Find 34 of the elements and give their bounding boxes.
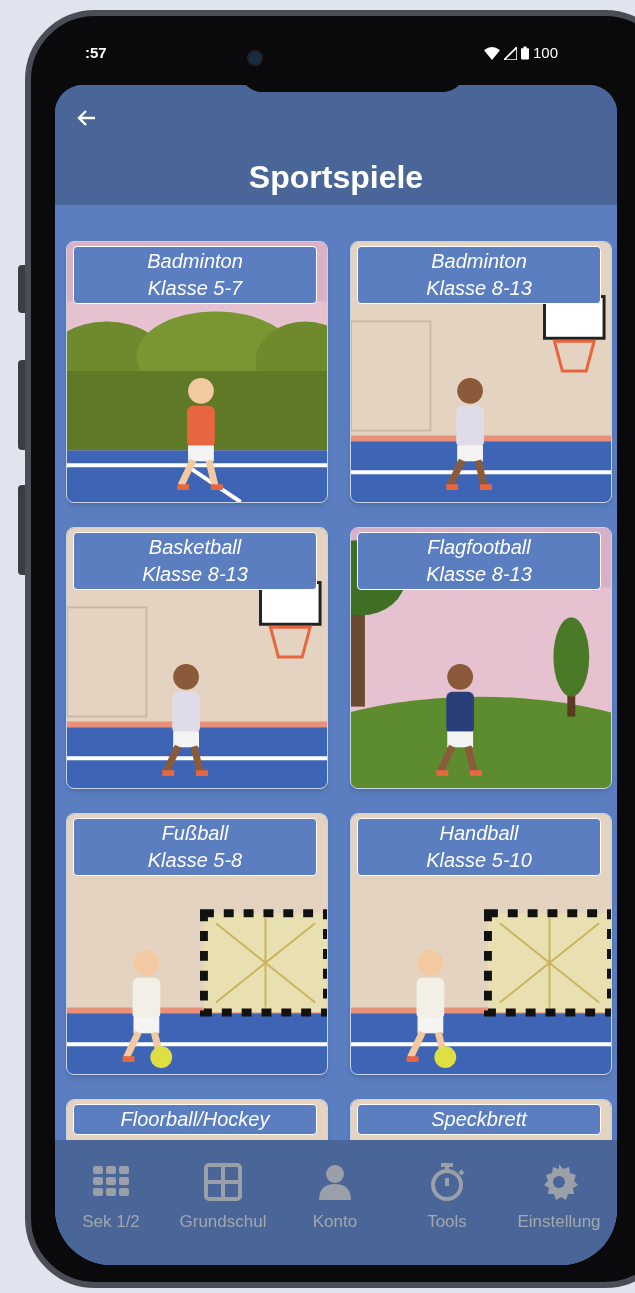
battery-level: 100 bbox=[533, 43, 559, 63]
sport-card[interactable]: Flagfootball Klasse 8-13 bbox=[350, 527, 612, 789]
card-title: Badminton bbox=[431, 249, 527, 274]
nav-tab[interactable]: Grundschul bbox=[167, 1162, 279, 1242]
window-icon bbox=[203, 1162, 243, 1202]
card-title: Fußball bbox=[161, 821, 229, 846]
status-time: :57 bbox=[85, 43, 107, 63]
nav-tab[interactable]: Sek 1/2 bbox=[55, 1162, 167, 1242]
card-title: Basketball bbox=[148, 535, 242, 560]
card-grades: Klasse 5-8 bbox=[147, 848, 243, 873]
sport-card[interactable]: Floorball/Hockey bbox=[66, 1099, 328, 1140]
nav-tab[interactable]: Einstellung bbox=[503, 1162, 615, 1242]
wifi-icon bbox=[484, 46, 500, 60]
card-grades: Klasse 8-13 bbox=[426, 276, 532, 301]
card-title: Badminton bbox=[147, 249, 243, 274]
sport-card[interactable]: Basketball Klasse 8-13 bbox=[66, 527, 328, 789]
nav-tab[interactable]: Konto bbox=[279, 1162, 391, 1242]
battery-icon bbox=[521, 46, 529, 61]
card-title: Flagfootball bbox=[427, 535, 531, 560]
nav-tab[interactable]: Tools bbox=[391, 1162, 503, 1242]
page-title: Sportspiele bbox=[247, 158, 425, 197]
card-title: Floorball/Hockey bbox=[120, 1107, 270, 1132]
card-grades: Klasse 8-13 bbox=[142, 562, 248, 587]
signal-icon bbox=[504, 46, 517, 60]
card-title: Handball bbox=[439, 821, 519, 846]
sport-card[interactable]: Fußball Klasse 5-8 bbox=[66, 813, 328, 1075]
card-title: Speckbrett bbox=[431, 1107, 527, 1132]
sport-card[interactable]: Speckbrett bbox=[350, 1099, 612, 1140]
sport-card[interactable]: Handball Klasse 5-10 bbox=[350, 813, 612, 1075]
sport-card[interactable]: Badminton Klasse 8-13 bbox=[350, 241, 612, 503]
card-grades: Klasse 5-7 bbox=[147, 276, 243, 301]
sport-card[interactable]: Badminton Klasse 5-7 bbox=[66, 241, 328, 503]
card-grades: Klasse 5-10 bbox=[426, 848, 532, 873]
card-grades: Klasse 8-13 bbox=[426, 562, 532, 587]
